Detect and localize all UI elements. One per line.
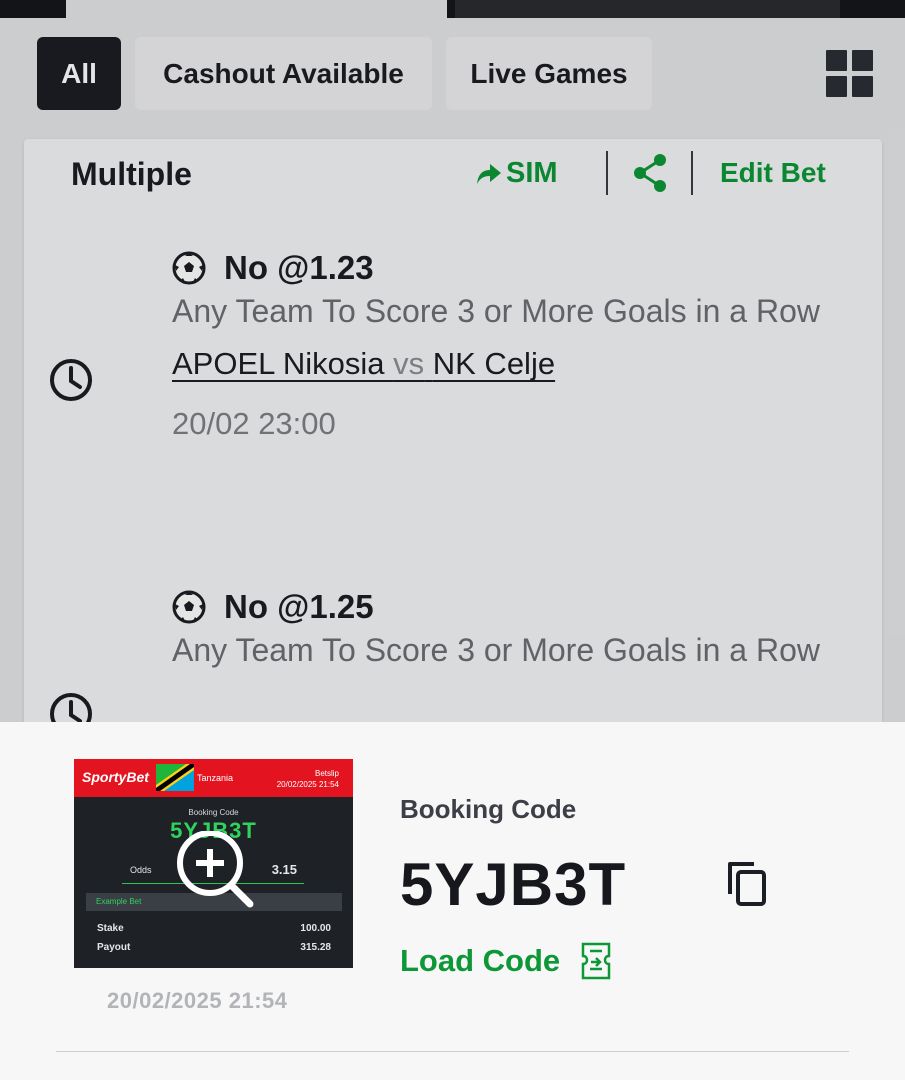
zoom-in-icon[interactable] xyxy=(176,831,256,911)
betslip-thumbnail[interactable]: SportyBet Tanzania Betslip 20/02/2025 21… xyxy=(74,759,353,968)
ticket-load-icon xyxy=(581,942,611,980)
booking-code-label: Booking Code xyxy=(400,794,577,824)
stake-value: 100.00 xyxy=(300,923,331,934)
tanzania-flag-icon xyxy=(156,764,194,791)
betslip-date: 20/02/2025 21:54 xyxy=(276,780,339,789)
load-code-button[interactable]: Load Code xyxy=(400,942,612,980)
thumb-payout-row: Payout 315.28 xyxy=(97,942,331,953)
modal-overlay[interactable] xyxy=(0,0,905,722)
payout-value: 315.28 xyxy=(300,942,331,953)
thumbnail-header: SportyBet Tanzania Betslip 20/02/2025 21… xyxy=(74,759,353,797)
booking-code-value: 5YJB3T xyxy=(400,851,627,918)
brand-logo: SportyBet xyxy=(82,769,149,785)
divider xyxy=(56,1051,849,1052)
booking-date: 20/02/2025 21:54 xyxy=(107,988,288,1013)
payout-label: Payout xyxy=(97,942,131,953)
thumb-odds-label: Odds xyxy=(130,865,152,875)
betslip-label: Betslip xyxy=(314,769,339,778)
country-label: Tanzania xyxy=(197,773,234,783)
copy-icon[interactable] xyxy=(726,860,770,908)
betslip-header: Betslip 20/02/2025 21:54 xyxy=(277,768,339,790)
betslip-page: All Cashout Available Live Games Multipl… xyxy=(0,0,905,722)
stake-label: Stake xyxy=(97,923,124,934)
thumb-odds-value: 3.15 xyxy=(271,862,297,877)
booking-code-sheet: SportyBet Tanzania Betslip 20/02/2025 21… xyxy=(0,722,905,1080)
thumb-stake-row: Stake 100.00 xyxy=(97,923,331,934)
thumb-booking-label: Booking Code xyxy=(188,808,239,817)
load-code-label: Load Code xyxy=(400,943,561,978)
